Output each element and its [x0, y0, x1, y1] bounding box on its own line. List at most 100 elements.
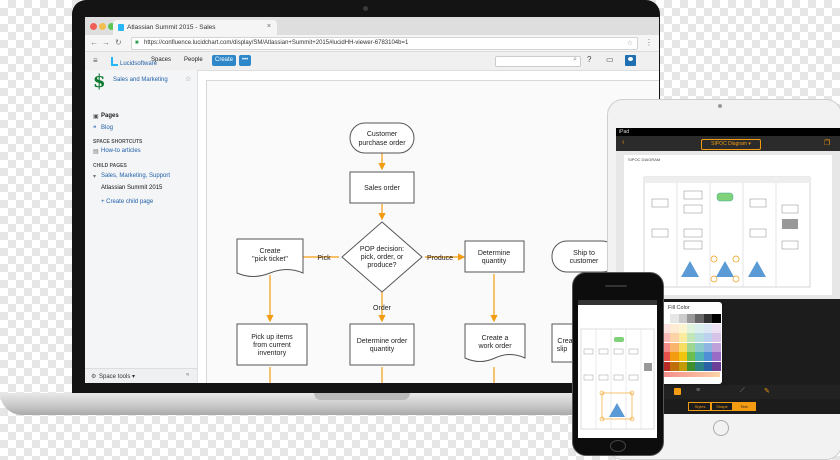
label-customer-order-2: purchase order	[358, 140, 406, 147]
connectors	[266, 141, 582, 383]
fill-color-popover: Fill Color	[660, 302, 722, 384]
address-bar-row: ← → ↻ ■ https://confluence.lucidchart.co…	[85, 35, 659, 52]
styles-tab[interactable]: Styles	[688, 402, 712, 411]
line-icon[interactable]: ⟋	[740, 387, 745, 395]
label-pop-3: produce?	[367, 262, 396, 269]
label-ship-1: Ship to	[573, 250, 595, 257]
nav-spaces[interactable]: Spaces	[151, 57, 171, 63]
label-determine-qty-1: Determine	[478, 250, 510, 257]
browser-tab-bar: Atlassian Summit 2015 - Sales ×	[85, 17, 659, 35]
notifications-icon[interactable]: ▭	[606, 55, 614, 64]
create-child-page-link[interactable]: + Create child page	[101, 199, 153, 205]
color-swatch[interactable]	[711, 342, 721, 352]
sidebar-item-pages[interactable]: Pages	[101, 113, 119, 119]
recent-color-bar[interactable]	[662, 372, 720, 377]
avatar[interactable]	[625, 55, 636, 66]
color-swatch[interactable]	[711, 333, 721, 342]
label-sales-order: Sales order	[364, 185, 400, 192]
label-order: Order	[373, 305, 392, 312]
back-icon[interactable]: ‹	[622, 139, 624, 146]
label-ship-2: customer	[570, 258, 599, 265]
sipoc-header-row	[644, 177, 810, 183]
text-tab[interactable]: Text	[732, 402, 756, 411]
color-swatch[interactable]	[711, 314, 721, 323]
sidebar-item-child-page[interactable]: Sales, Marketing, Support	[101, 173, 170, 179]
document-title-dropdown[interactable]: SIPOC Diagram ▾	[701, 139, 761, 150]
sipoc-gray-shape	[782, 219, 798, 229]
sipoc-blue-triangle-3	[748, 261, 766, 277]
label-determine-qty-2: quantity	[482, 258, 507, 265]
phone-screen	[578, 300, 657, 438]
phone-sipoc-diagram	[580, 328, 655, 430]
phone-home-button[interactable]	[610, 440, 626, 452]
sidebar-item-blog[interactable]: Blog	[101, 125, 113, 131]
gear-icon[interactable]: ⚙	[91, 373, 96, 380]
sidebar-item-current-page[interactable]: Atlassian Summit 2015	[101, 185, 162, 191]
browser-tab[interactable]: Atlassian Summit 2015 - Sales ×	[113, 20, 277, 35]
space-sidebar: $ Sales and Marketing ☆ ▣ Pages ❝ Blog S…	[85, 70, 198, 383]
terminator-customer-order[interactable]	[349, 122, 415, 154]
url-text: https://confluence.lucidchart.com/displa…	[144, 40, 409, 46]
space-logo-icon[interactable]: $	[93, 71, 106, 92]
favicon-icon	[118, 24, 124, 31]
color-swatch[interactable]	[711, 352, 721, 361]
space-tools-button[interactable]: Space tools ▾	[99, 373, 135, 380]
hamburger-menu-icon[interactable]: ≡	[93, 56, 98, 65]
pencil-icon[interactable]: ✎	[764, 387, 770, 395]
more-create-button[interactable]: •••	[239, 55, 251, 66]
url-field[interactable]: ■ https://confluence.lucidchart.com/disp…	[131, 37, 638, 50]
browser-menu-icon[interactable]: ⋮	[645, 38, 653, 47]
fill-color-title: Fill Color	[668, 305, 690, 311]
label-produce: Produce	[427, 255, 453, 262]
sidebar-footer: ⚙ Space tools ▾ «	[85, 368, 197, 383]
space-title[interactable]: Sales and Marketing	[113, 77, 168, 83]
space-shortcuts-heading: SPACE SHORTCUTS	[93, 139, 143, 145]
tablet-home-button[interactable]	[713, 420, 729, 436]
sipoc-blue-triangle-1	[716, 261, 734, 277]
reload-icon[interactable]: ↻	[115, 38, 122, 47]
phone-speaker	[605, 285, 627, 287]
pages-icon: ▣	[93, 114, 99, 120]
shapes	[236, 122, 618, 366]
laptop-camera	[363, 6, 368, 11]
laptop-notch	[314, 393, 410, 400]
color-swatch[interactable]	[711, 361, 721, 371]
pages-icon[interactable]: ❐	[824, 139, 830, 147]
bookmark-star-icon[interactable]: ☆	[627, 39, 633, 47]
close-tab-icon[interactable]: ×	[267, 23, 271, 30]
sipoc-blue-triangle-2	[681, 261, 699, 277]
forward-arrow-icon[interactable]: →	[102, 38, 110, 47]
color-swatch[interactable]	[711, 323, 721, 333]
help-icon[interactable]: ?	[587, 55, 591, 64]
document-icon: ▤	[93, 149, 99, 155]
fill-color-icon[interactable]	[674, 388, 681, 395]
lock-icon: ■	[135, 40, 139, 46]
phone-gray-shape	[644, 363, 652, 371]
phone-green-start	[614, 337, 624, 342]
tablet-status-bar: iPad	[616, 128, 840, 136]
label-work-order-1: Create a	[482, 335, 509, 342]
back-arrow-icon[interactable]: ←	[90, 38, 98, 47]
label-pop-1: POP decision:	[360, 246, 404, 253]
app-header: ≡ Lucidsoftware Spaces People Create •••…	[85, 52, 659, 71]
collapse-sidebar-button[interactable]: «	[186, 372, 189, 378]
blog-icon: ❝	[93, 126, 97, 132]
sidebar-item-howto[interactable]: How-to articles	[101, 148, 141, 154]
collapse-arrow-icon[interactable]: ▾	[93, 173, 96, 180]
minimize-window-button[interactable]	[99, 23, 106, 30]
sipoc-green-start	[716, 192, 734, 202]
phone-blue-triangle	[609, 403, 625, 417]
child-pages-heading: CHILD PAGES	[93, 163, 127, 169]
tab-title: Atlassian Summit 2015 - Sales	[127, 24, 216, 31]
create-button[interactable]: Create	[212, 55, 236, 66]
favorite-star-icon[interactable]: ☆	[185, 75, 191, 83]
shape-tab[interactable]: Shape	[710, 402, 734, 411]
text-icon[interactable]: ≡	[696, 387, 700, 394]
label-create-ticket-1: Create	[259, 248, 280, 255]
label-create-ticket-2: "pick ticket"	[252, 256, 288, 263]
search-input[interactable]: ⌕	[495, 56, 581, 67]
nav-people[interactable]: People	[184, 57, 203, 63]
label-pickup-3: inventory	[258, 350, 287, 357]
close-window-button[interactable]	[90, 23, 97, 30]
label-pickup-2: from current	[253, 342, 291, 349]
